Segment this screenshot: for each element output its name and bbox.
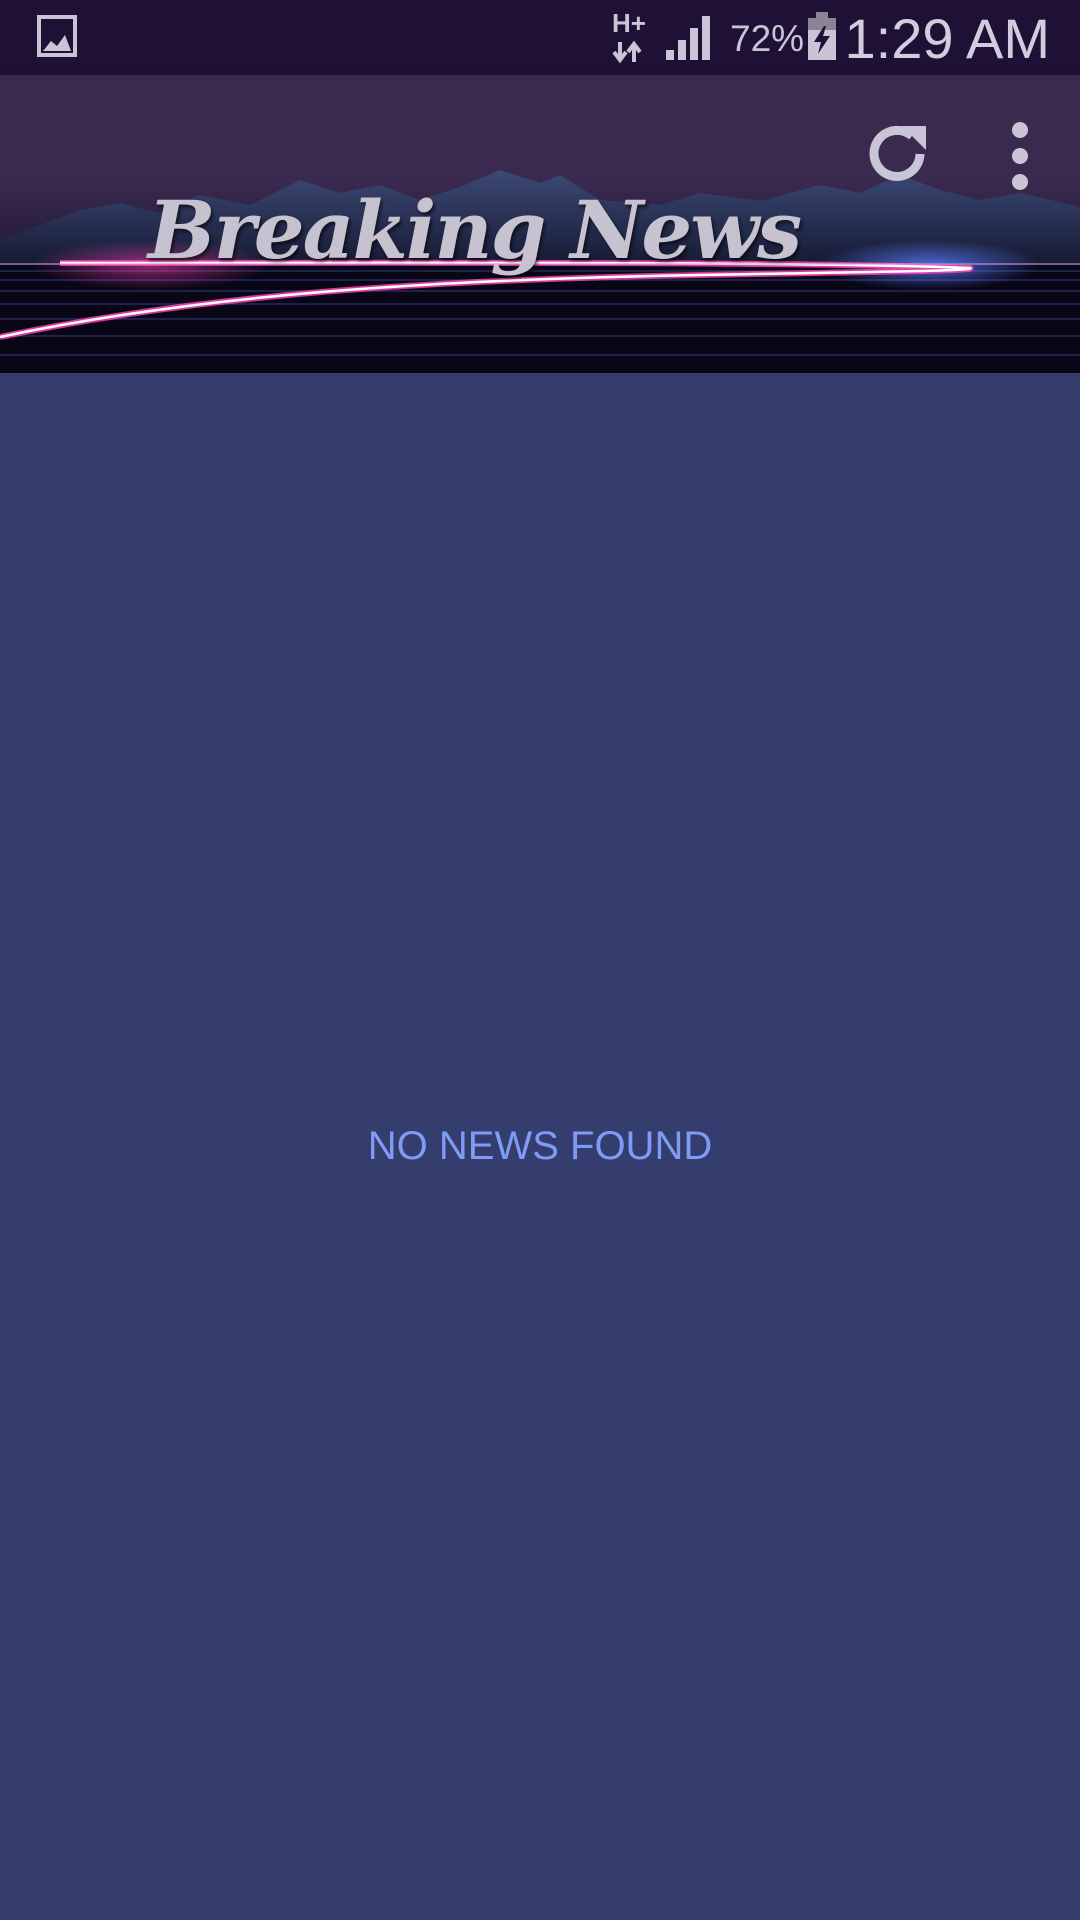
network-type-label: H+	[612, 8, 646, 38]
news-list: NO NEWS FOUND	[0, 373, 1080, 1920]
clock: 1:29 AM	[844, 7, 1050, 70]
app-title: Breaking News	[148, 183, 802, 277]
refresh-button[interactable]	[862, 120, 934, 192]
app-bar: Breaking News	[0, 75, 1080, 373]
more-options-button[interactable]	[992, 120, 1048, 192]
more-vertical-icon	[1012, 122, 1028, 190]
refresh-icon	[869, 125, 926, 181]
status-bar: H+ 72% 1:29 AM	[0, 0, 1080, 75]
signal-icon	[666, 16, 710, 60]
battery-charging-icon	[808, 12, 836, 60]
empty-state-message: NO NEWS FOUND	[367, 1124, 713, 1168]
gallery-icon	[37, 15, 77, 57]
data-transfer-icon: H+	[612, 8, 646, 64]
battery-percent: 72%	[730, 18, 805, 59]
